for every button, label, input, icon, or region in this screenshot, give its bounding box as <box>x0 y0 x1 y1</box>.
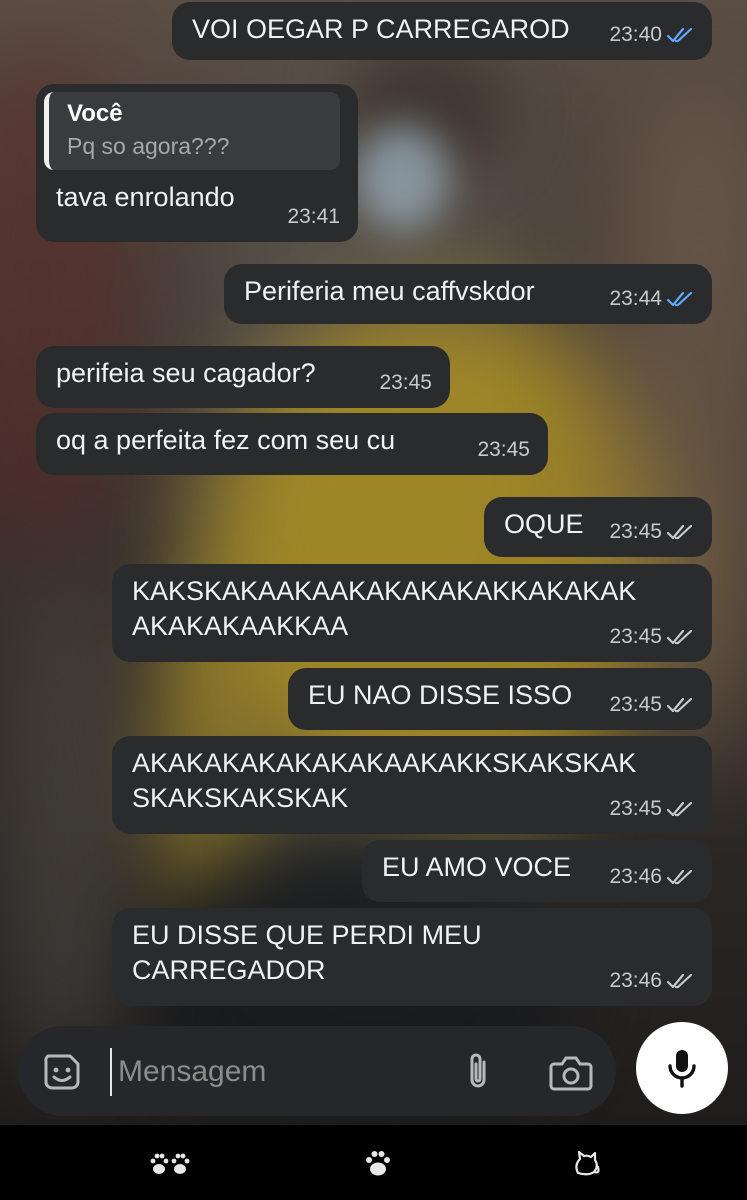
reply-text: Pq so agora??? <box>67 133 230 159</box>
message-bubble-incoming[interactable]: perifeia seu cagador? 23:45 <box>36 346 450 408</box>
delivered-double-check-icon <box>666 869 693 884</box>
message-time: 23:41 <box>287 205 340 228</box>
message-text-line: EU DISSE QUE PERDI MEU <box>132 920 482 950</box>
camera-icon[interactable] <box>548 1052 594 1094</box>
sticker-icon[interactable] <box>40 1050 84 1094</box>
message-time: 23:46 <box>609 865 662 888</box>
navigation-bar <box>0 1125 747 1200</box>
message-text-line: CARREGADOR <box>132 955 326 985</box>
message-time: 23:45 <box>379 371 432 394</box>
message-time: 23:44 <box>609 287 662 310</box>
read-double-check-icon <box>666 27 693 42</box>
message-time: 23:45 <box>609 797 662 820</box>
message-bubble-incoming[interactable]: oq a perfeita fez com seu cu 23:45 <box>36 413 548 475</box>
message-bubble-outgoing[interactable]: VOI OEGAR P CARREGAROD 23:40 <box>172 2 712 60</box>
message-text-line: KAKSKAKAAKAAKAKAKAKAKKAKAKAK <box>132 576 637 606</box>
voice-record-button[interactable] <box>636 1022 728 1114</box>
message-time: 23:45 <box>609 693 662 716</box>
delivered-double-check-icon <box>666 801 693 816</box>
message-bubble-outgoing[interactable]: EU DISSE QUE PERDI MEU CARREGADOR 23:46 <box>112 908 712 1006</box>
message-time: 23:45 <box>609 625 662 648</box>
microphone-icon <box>668 1050 696 1088</box>
delivered-double-check-icon <box>666 524 693 539</box>
message-text: perifeia seu cagador? <box>56 358 316 388</box>
delivered-double-check-icon <box>666 697 693 712</box>
reply-quote[interactable]: Você Pq so agora??? <box>44 92 340 170</box>
message-time: 23:45 <box>609 520 662 543</box>
message-time: 23:40 <box>609 23 662 46</box>
message-composer <box>18 1026 616 1116</box>
message-text: oq a perfeita fez com seu cu <box>56 425 396 455</box>
message-text-line: SKAKSKAKSKAK <box>132 783 349 813</box>
delivered-double-check-icon <box>666 973 693 988</box>
read-double-check-icon <box>666 291 693 306</box>
message-bubble-outgoing[interactable]: KAKSKAKAAKAAKAKAKAKAKKAKAKAK AKAKAKAAKKA… <box>112 564 712 662</box>
message-bubble-outgoing[interactable]: EU AMO VOCE 23:46 <box>362 840 712 902</box>
paw-prints-icon[interactable] <box>148 1147 192 1179</box>
paw-icon[interactable] <box>362 1147 394 1179</box>
delivered-double-check-icon <box>666 629 693 644</box>
message-bubble-outgoing[interactable]: Periferia meu caffvskdor 23:44 <box>224 264 712 324</box>
message-input[interactable] <box>110 1048 450 1096</box>
message-bubble-incoming[interactable]: Você Pq so agora??? tava enrolando 23:41 <box>36 84 358 242</box>
message-bubble-outgoing[interactable]: AKAKAKAKAKAKAKAAKAKKSKAKSKAK SKAKSKAKSKA… <box>112 736 712 834</box>
paperclip-icon[interactable] <box>458 1050 498 1094</box>
message-time: 23:46 <box>609 969 662 992</box>
message-time: 23:45 <box>477 438 530 461</box>
message-bubble-outgoing[interactable]: EU NAO DISSE ISSO 23:45 <box>288 668 712 730</box>
message-text-line: AKAKAKAKAKAKAKAAKAKKSKAKSKAK <box>132 748 637 778</box>
cat-icon[interactable] <box>570 1147 602 1179</box>
message-text-line: AKAKAKAAKKAA <box>132 611 349 641</box>
reply-author: Você <box>67 100 123 127</box>
message-bubble-outgoing[interactable]: OQUE 23:45 <box>484 497 712 557</box>
